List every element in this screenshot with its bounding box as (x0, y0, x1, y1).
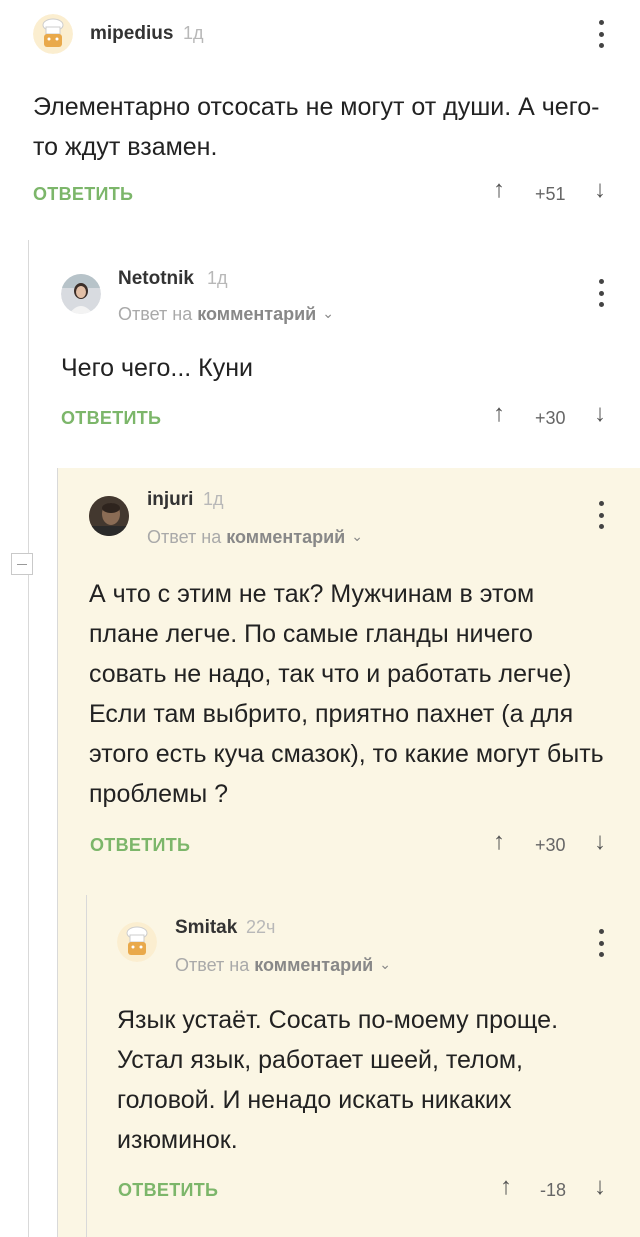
thread-line-level-3 (86, 895, 87, 1237)
upvote-icon[interactable]: ↑ (493, 828, 505, 856)
chef-hat-avatar[interactable] (33, 14, 73, 54)
photo-avatar[interactable] (61, 274, 101, 314)
reply-to-target[interactable]: комментарий (226, 527, 345, 547)
reply-to-target[interactable]: комментарий (254, 955, 373, 975)
reply-button[interactable]: ОТВЕТИТЬ (90, 835, 190, 856)
upvote-icon[interactable]: ↑ (493, 400, 505, 428)
downvote-icon[interactable]: ↓ (594, 1173, 606, 1201)
reply-to-link[interactable]: Ответ на комментарий ⌄ (118, 304, 334, 325)
reply-to-link[interactable]: Ответ на комментарий ⌄ (147, 527, 363, 548)
vote-score: +30 (535, 408, 566, 428)
comment-text: А что с этим не так? Мужчинам в этом пла… (89, 580, 604, 808)
comment-text: Элементарно отсосать не могут от души. А… (33, 93, 600, 161)
reply-button[interactable]: ОТВЕТИТЬ (33, 184, 133, 205)
upvote-icon[interactable]: ↑ (493, 176, 505, 204)
vote-score: +30 (535, 835, 566, 855)
more-options-icon[interactable] (598, 929, 604, 957)
reply-button[interactable]: ОТВЕТИТЬ (61, 408, 161, 429)
timestamp: 1д (183, 23, 204, 43)
reply-to-link[interactable]: Ответ на комментарий ⌄ (175, 955, 391, 976)
chevron-down-icon[interactable]: ⌄ (379, 956, 391, 973)
chevron-down-icon[interactable]: ⌄ (351, 528, 363, 545)
vote-score: +51 (535, 184, 566, 204)
thread-line-level-2 (57, 468, 58, 1237)
reply-to-prefix: Ответ на (147, 527, 222, 547)
timestamp: 22ч (246, 917, 276, 937)
upvote-icon[interactable]: ↑ (500, 1173, 512, 1201)
reply-to-prefix: Ответ на (118, 304, 193, 324)
reply-to-prefix: Ответ на (175, 955, 250, 975)
more-options-icon[interactable] (598, 279, 604, 307)
chef-hat-avatar[interactable] (117, 922, 157, 962)
comment-text: Язык устаёт. Сосать по-моему проще. Уста… (117, 1006, 559, 1154)
chevron-down-icon[interactable]: ⌄ (322, 305, 334, 322)
comment-text: Чего чего... Куни (61, 354, 254, 382)
timestamp: 1д (207, 268, 228, 288)
thread-line-level-1 (28, 240, 29, 1237)
downvote-icon[interactable]: ↓ (594, 828, 606, 856)
reply-to-target[interactable]: комментарий (197, 304, 316, 324)
reply-button[interactable]: ОТВЕТИТЬ (118, 1180, 218, 1201)
downvote-icon[interactable]: ↓ (594, 400, 606, 428)
downvote-icon[interactable]: ↓ (594, 176, 606, 204)
timestamp: 1д (203, 489, 224, 509)
username[interactable]: Smitak (175, 917, 237, 939)
more-options-icon[interactable] (598, 501, 604, 529)
username[interactable]: Netotnik (118, 268, 194, 290)
photo-avatar[interactable] (89, 496, 129, 536)
username[interactable]: mipedius (90, 23, 173, 45)
username[interactable]: injuri (147, 489, 193, 511)
collapse-thread-button[interactable] (11, 553, 33, 575)
vote-score: -18 (540, 1180, 567, 1200)
more-options-icon[interactable] (598, 20, 604, 48)
